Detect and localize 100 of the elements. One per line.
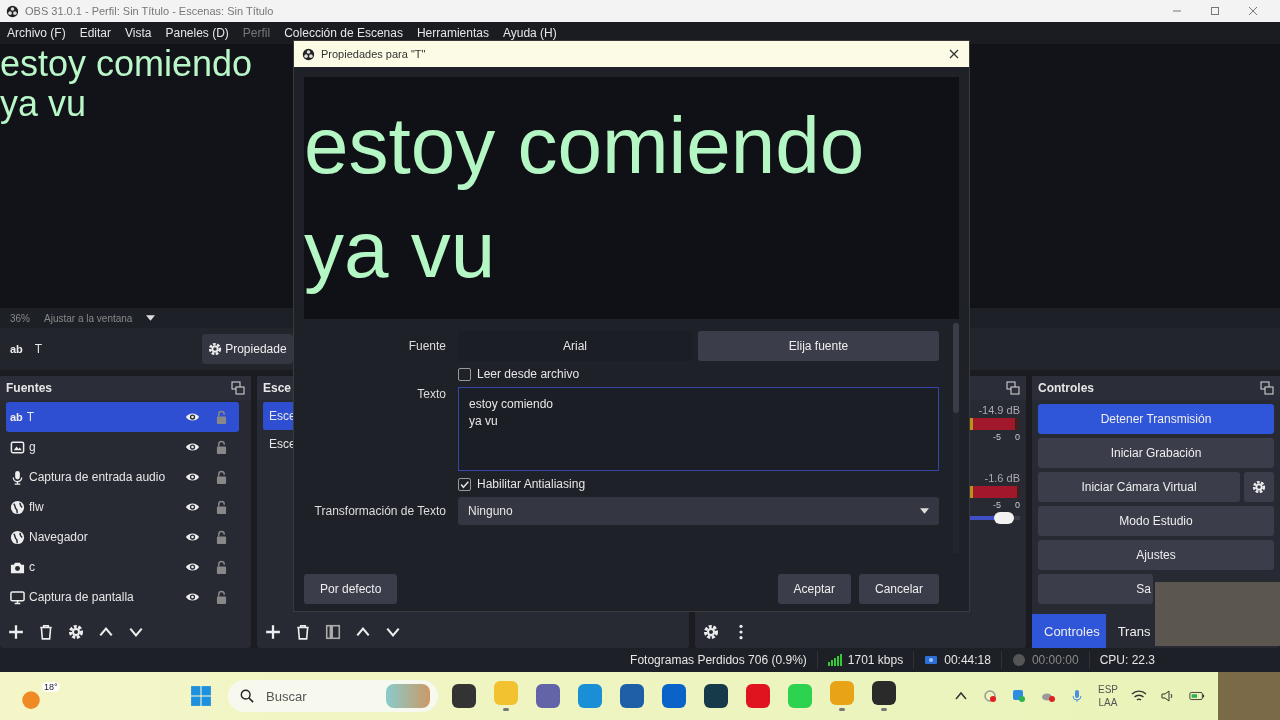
scale-label: 0: [1015, 500, 1020, 510]
settings-button[interactable]: [1244, 472, 1274, 502]
fit-dropdown[interactable]: Ajustar a la ventana: [44, 312, 133, 324]
menu-item[interactable]: Paneles (D): [165, 26, 229, 40]
padlock-icon[interactable]: [216, 439, 227, 455]
source-item[interactable]: flw: [6, 492, 239, 522]
source-name: Navegador: [29, 530, 89, 544]
eye-icon[interactable]: [185, 501, 200, 513]
source-item[interactable]: g: [6, 432, 239, 462]
photo-placeholder: [1218, 672, 1280, 720]
eye-icon[interactable]: [185, 531, 200, 543]
source-item[interactable]: Captura de pantalla: [6, 582, 239, 612]
properties-button[interactable]: Propiedade: [202, 334, 293, 364]
checkbox[interactable]: [458, 367, 471, 381]
source-item[interactable]: ab T: [6, 402, 239, 432]
ok-button[interactable]: Aceptar: [777, 574, 851, 604]
text-source-icon: ab: [10, 343, 23, 355]
close-icon[interactable]: [949, 49, 959, 59]
control-button[interactable]: Sa: [1038, 574, 1153, 604]
control-button[interactable]: Iniciar Cámara Virtual: [1038, 472, 1240, 502]
scale-label: -5: [992, 432, 1001, 442]
gear-icon[interactable]: [68, 624, 84, 640]
caret-icon[interactable]: [146, 315, 156, 321]
app-icon[interactable]: [452, 684, 476, 708]
db-reading: -1.6 dB: [984, 472, 1020, 484]
gear-icon: [208, 342, 223, 356]
app-icon[interactable]: [704, 684, 728, 708]
eye-icon[interactable]: [185, 591, 200, 603]
eye-icon[interactable]: [185, 441, 200, 453]
wifi-icon[interactable]: [1131, 689, 1147, 703]
undock-icon[interactable]: [1006, 381, 1020, 395]
bitrate-text: 1701 kbps: [847, 653, 904, 667]
preview-text: estoy comiendo: [304, 100, 865, 192]
checkbox[interactable]: [458, 477, 471, 491]
menu-item[interactable]: Ayuda (H): [502, 26, 557, 40]
image-icon: [10, 439, 25, 455]
checkbox-label: Leer desde archivo: [477, 367, 580, 381]
padlock-icon[interactable]: [216, 469, 227, 485]
source-name: T: [26, 410, 36, 424]
menu-item[interactable]: Colección de Escenas: [284, 26, 403, 40]
control-button[interactable]: Iniciar Grabación: [1038, 438, 1274, 468]
app-logo-icon: [6, 4, 19, 18]
add-icon[interactable]: [265, 624, 281, 640]
record-time: 00:00:00: [1031, 653, 1079, 667]
defaults-button[interactable]: Por defecto: [304, 574, 398, 604]
start-icon[interactable]: [190, 685, 212, 707]
filter-icon[interactable]: [325, 624, 341, 640]
menu-item[interactable]: Herramientas: [416, 26, 489, 40]
choose-font-button[interactable]: Elija fuente: [698, 331, 939, 361]
battery-icon[interactable]: [1189, 689, 1205, 703]
control-button[interactable]: Modo Estudio: [1038, 506, 1274, 536]
trash-icon[interactable]: [295, 624, 311, 640]
weather-widget[interactable]: 18°: [0, 682, 190, 710]
dock-tab[interactable]: Controles: [1032, 614, 1106, 648]
language-indicator[interactable]: LAA: [1098, 696, 1118, 709]
source-item[interactable]: Captura de entrada audio: [6, 462, 239, 492]
control-button[interactable]: Ajustes: [1038, 540, 1274, 570]
text-field[interactable]: estoy comiendo ya vu: [458, 387, 939, 471]
eye-icon[interactable]: [185, 561, 200, 573]
panel-title: Fuentes: [6, 381, 52, 395]
menu-item[interactable]: Vista: [125, 26, 152, 40]
undock-icon[interactable]: [1260, 381, 1274, 395]
tray-app-icon[interactable]: [1011, 689, 1027, 703]
slider-thumb[interactable]: [994, 512, 1015, 524]
preview-text: ya vu: [304, 204, 496, 296]
add-icon[interactable]: [8, 624, 24, 640]
app-icon[interactable]: [872, 681, 896, 705]
maximize-icon[interactable]: [1210, 6, 1220, 16]
undock-icon[interactable]: [231, 381, 245, 395]
text-source-icon: ab: [10, 411, 23, 423]
gear-icon[interactable]: [703, 624, 719, 640]
sun-icon: [20, 688, 42, 710]
eye-icon[interactable]: [185, 411, 200, 423]
source-item[interactable]: c: [6, 552, 239, 582]
menu-item[interactable]: Archivo (F): [7, 26, 66, 40]
padlock-icon[interactable]: [216, 499, 227, 515]
field-label: Transformación de Texto: [313, 504, 447, 518]
transform-dropdown[interactable]: Ninguno: [458, 497, 939, 525]
app-icon[interactable]: [620, 684, 644, 708]
cancel-button[interactable]: Cancelar: [858, 574, 939, 604]
language-indicator[interactable]: ESP: [1098, 683, 1118, 696]
search-placeholder: Buscar: [266, 688, 308, 704]
trash-icon[interactable]: [38, 624, 54, 640]
microphone-icon[interactable]: [1069, 689, 1085, 703]
field-label: Fuente: [407, 339, 447, 353]
scale-label: 0: [1015, 432, 1020, 442]
menu-item[interactable]: Editar: [79, 26, 112, 40]
search-field[interactable]: Buscar: [228, 680, 438, 712]
stream-time: 00:44:18: [944, 653, 991, 667]
control-button[interactable]: Detener Transmisión: [1038, 404, 1274, 434]
source-item[interactable]: Navegador: [6, 522, 239, 552]
padlock-icon[interactable]: [216, 589, 227, 605]
source-name: Captura de pantalla: [29, 590, 135, 604]
tray-app-icon[interactable]: [982, 689, 998, 703]
eye-icon[interactable]: [185, 471, 200, 483]
padlock-icon[interactable]: [216, 559, 227, 575]
search-icon: [240, 689, 254, 703]
preview-text: estoy comiendo: [0, 44, 253, 84]
padlock-icon[interactable]: [216, 529, 227, 545]
dock-tab[interactable]: Trans: [1105, 614, 1157, 648]
